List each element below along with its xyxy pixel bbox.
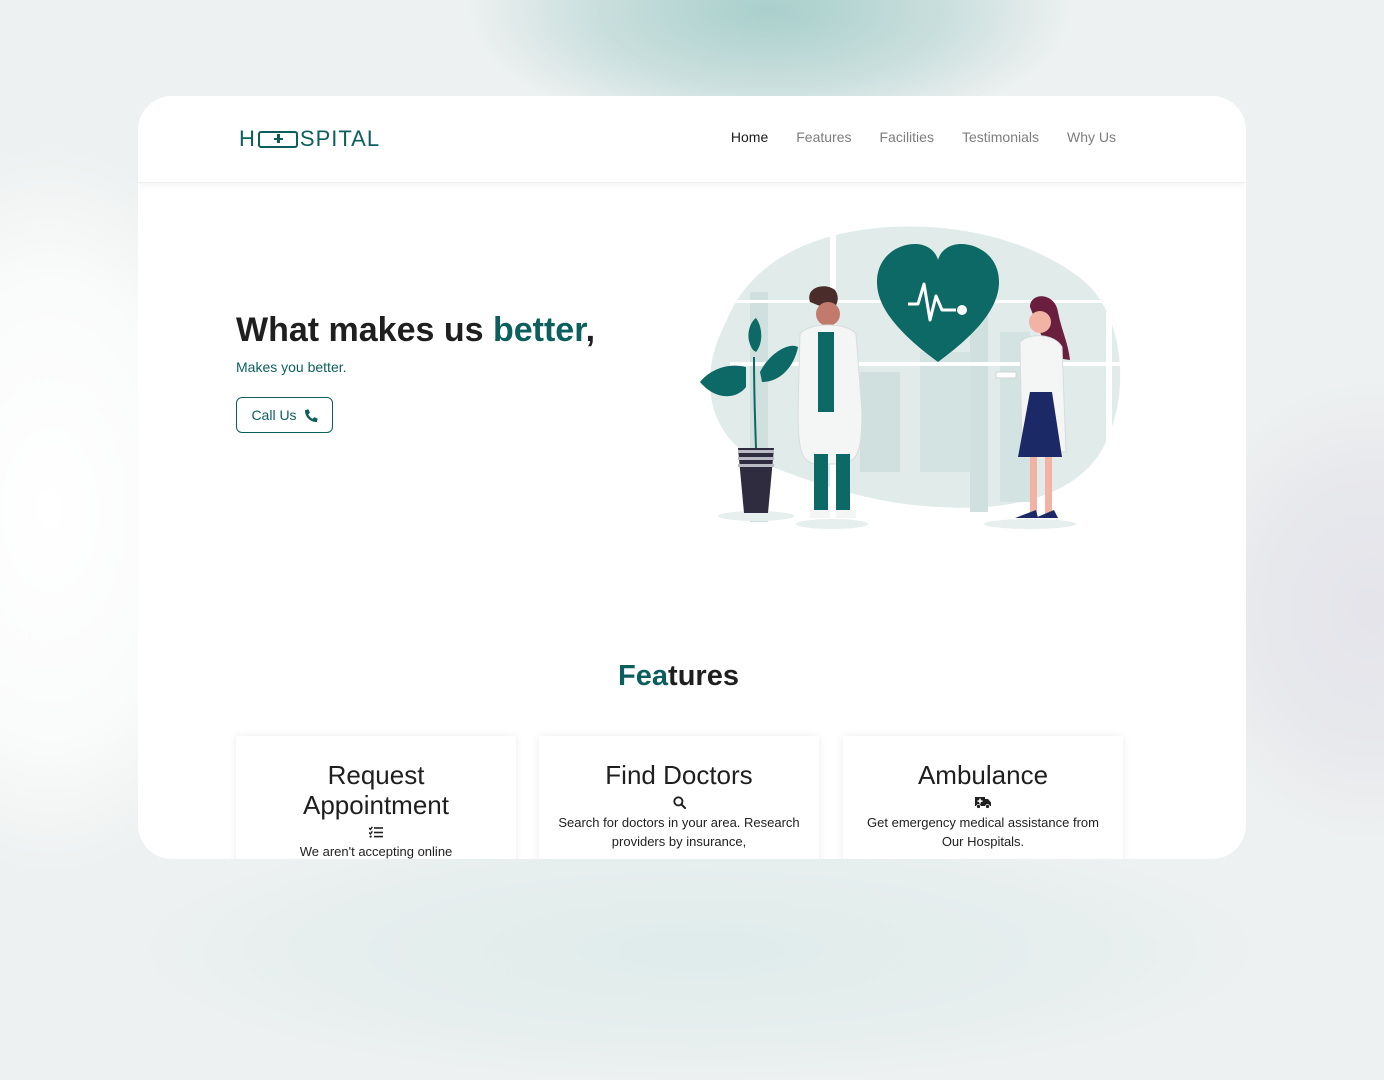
- logo-cross-icon: [257, 130, 298, 148]
- card-text: Search for doctors in your area. Researc…: [558, 815, 800, 849]
- card-title: Request Appointment: [303, 760, 449, 820]
- features-title-accent: Fea: [618, 660, 669, 692]
- feature-card-find-doctors[interactable]: Find Doctors Search for doctors in your …: [539, 736, 819, 859]
- feature-card-request-appointment[interactable]: Request Appointment We aren't accepting …: [236, 736, 516, 859]
- card-text: Get emergency medical assistance from Ou…: [867, 815, 1099, 849]
- hero-title-end: ,: [585, 311, 596, 349]
- features-title-rest: tures: [668, 660, 739, 692]
- main-nav: Home Features Facilities Testimonials Wh…: [731, 129, 1116, 145]
- search-icon: [672, 796, 686, 809]
- card-title: Ambulance: [917, 760, 1049, 790]
- hero-subtitle: Makes you better.: [236, 359, 347, 375]
- hero-title-accent: better: [492, 311, 586, 349]
- feature-card-ambulance[interactable]: Ambulance Get emergency medical assistan…: [843, 736, 1123, 859]
- list-check-icon: [369, 826, 383, 838]
- phone-icon: [304, 408, 318, 422]
- call-us-label: Call Us: [251, 407, 297, 423]
- ambulance-icon: [975, 797, 991, 809]
- card-title: Find Doctors: [605, 760, 753, 790]
- card-text: We aren't accepting online: [299, 844, 453, 859]
- hospital-logo[interactable]: H SPITAL: [239, 126, 381, 151]
- hero-title-main: What makes us: [236, 311, 493, 349]
- doctors-illustration: [700, 226, 1125, 529]
- browser-window: H SPITAL Home Features Facilities Testim…: [138, 96, 1246, 859]
- nav-why-us[interactable]: Why Us: [1067, 129, 1116, 145]
- features-title: Features: [138, 660, 1219, 693]
- logo-suffix: SPITAL: [299, 126, 381, 151]
- navbar: H SPITAL Home Features Facilities Testim…: [138, 96, 1246, 183]
- hero-title: What makes us better,: [236, 311, 595, 350]
- nav-facilities[interactable]: Facilities: [880, 129, 934, 145]
- nav-features[interactable]: Features: [796, 129, 851, 145]
- nav-home[interactable]: Home: [731, 129, 768, 145]
- nav-testimonials[interactable]: Testimonials: [962, 129, 1039, 145]
- logo-prefix: H: [239, 126, 256, 151]
- call-us-button[interactable]: Call Us: [236, 397, 333, 433]
